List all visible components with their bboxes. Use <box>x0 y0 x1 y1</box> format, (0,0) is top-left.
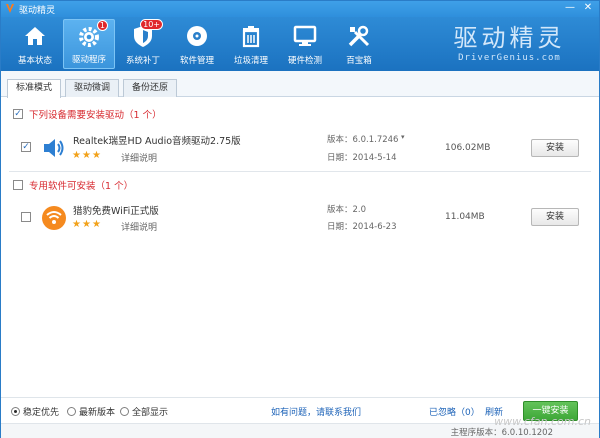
star-icon: ★ <box>72 219 81 230</box>
wifi-icon <box>42 206 66 230</box>
patch-badge: 10+ <box>140 19 163 30</box>
software-detail-link[interactable]: 详细说明 <box>121 220 157 233</box>
brand-url: DriverGenius.com <box>458 53 561 63</box>
radio-latest[interactable] <box>67 407 76 416</box>
toolbar-label: 软件管理 <box>179 56 214 66</box>
star-icon: ★ <box>91 219 101 230</box>
radio-stable[interactable] <box>11 407 20 416</box>
radio-stable-label[interactable]: 稳定优先 <box>23 405 59 418</box>
software-date: 日期：2014-6-23 <box>327 222 397 232</box>
section1-title: 下列设备需要安装驱动（1 个） <box>29 110 162 121</box>
radio-latest-label[interactable]: 最新版本 <box>79 405 115 418</box>
version-dropdown-icon[interactable]: ▾ <box>401 133 405 141</box>
software-size: 11.04MB <box>445 212 485 222</box>
software-version: 版本：2.0 <box>327 205 367 215</box>
toolbar-label: 硬件检测 <box>287 56 322 66</box>
driver-version: 版本：6.0.1.7246 <box>327 135 399 145</box>
star-icon: ★ <box>91 150 101 161</box>
radio-all-label[interactable]: 全部显示 <box>132 405 168 418</box>
toolbar-label: 垃圾清理 <box>233 56 268 66</box>
driver-name: Realtek瑞昱HD Audio音频驱动2.75版 <box>73 136 241 147</box>
toolbar-driver-button[interactable]: 1 驱动程序 <box>63 19 115 69</box>
tab-standard[interactable]: 标准模式 <box>7 79 62 98</box>
mode-tabs: 标准模式 驱动微调 备份还原 <box>1 71 599 98</box>
title-bar[interactable]: 驱动精灵 — ✕ <box>1 1 599 17</box>
driver-install-button[interactable]: 安装 <box>531 139 579 157</box>
section2-checkbox[interactable] <box>13 180 23 190</box>
minimize-button[interactable]: — <box>563 2 577 14</box>
tools-icon <box>348 25 370 47</box>
radio-all[interactable] <box>120 407 129 416</box>
software-name: 猎豹免费WiFi正式版 <box>73 206 159 217</box>
contact-link[interactable]: 如有问题，请联系我们 <box>271 405 361 418</box>
app-logo-icon <box>6 4 14 13</box>
monitor-icon <box>293 25 317 46</box>
app-window: 驱动精灵 — ✕ 基本状态 1 驱动程序 10+ 系统补丁 软件管理 垃圾清理 <box>0 0 600 438</box>
window-title: 驱动精灵 <box>19 6 56 16</box>
software-install-button[interactable]: 安装 <box>531 208 579 226</box>
toolbar-label: 系统补丁 <box>125 56 160 66</box>
driver-stars: ★ ★ ★ <box>72 151 101 161</box>
software-stars: ★ ★ ★ <box>72 220 101 230</box>
driver-detail-link[interactable]: 详细说明 <box>121 151 157 164</box>
toolbar-software-button[interactable]: 软件管理 <box>171 19 223 69</box>
star-icon: ★ <box>81 150 91 161</box>
toolbar-hardware-button[interactable]: 硬件检测 <box>279 19 331 69</box>
star-icon: ★ <box>81 219 91 230</box>
disc-icon <box>187 26 207 46</box>
tab-backup[interactable]: 备份还原 <box>123 79 178 97</box>
toolbar-home-button[interactable]: 基本状态 <box>9 19 61 69</box>
brand-name: 驱动精灵 <box>453 24 566 52</box>
driver-checkbox[interactable]: ✓ <box>21 142 31 152</box>
watermark: www.cfan.com.cn <box>494 415 591 428</box>
toolbar-cleanup-button[interactable]: 垃圾清理 <box>225 19 277 69</box>
toolbar-label: 百宝箱 <box>346 56 372 66</box>
software-checkbox[interactable] <box>21 212 31 222</box>
close-button[interactable]: ✕ <box>581 2 595 14</box>
toolbar-label: 驱动程序 <box>71 55 106 65</box>
speaker-icon <box>44 139 64 157</box>
toolbar-patch-button[interactable]: 10+ 系统补丁 <box>117 19 169 69</box>
section2-title: 专用软件可安装（1 个） <box>29 181 134 192</box>
ignored-link[interactable]: 已忽略（0） <box>429 405 480 418</box>
brand-logo: 驱动精灵 DriverGenius.com <box>432 23 587 67</box>
home-icon <box>25 27 45 45</box>
main-toolbar: 基本状态 1 驱动程序 10+ 系统补丁 软件管理 垃圾清理 硬件检测 百宝箱 <box>1 17 599 71</box>
star-icon: ★ <box>72 150 81 161</box>
tab-fine-tune[interactable]: 驱动微调 <box>65 79 120 97</box>
driver-size: 106.02MB <box>445 143 491 153</box>
toolbar-toolbox-button[interactable]: 百宝箱 <box>333 19 385 69</box>
section1-checkbox[interactable]: ✓ <box>13 109 23 119</box>
driver-date: 日期：2014-5-14 <box>327 153 397 163</box>
divider <box>9 171 591 172</box>
trash-icon <box>242 26 260 48</box>
toolbar-label: 基本状态 <box>17 56 52 66</box>
driver-badge: 1 <box>96 20 108 31</box>
